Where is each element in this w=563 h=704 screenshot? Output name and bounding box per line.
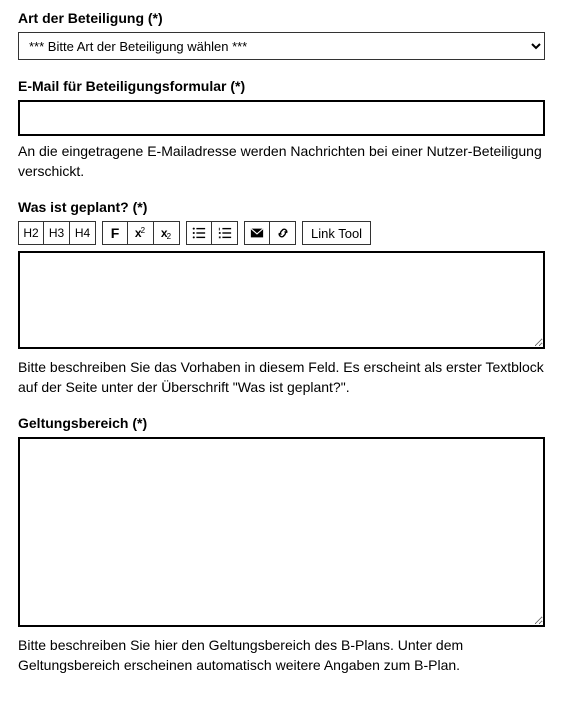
email-field: E-Mail für Beteiligungsformular (*) An d… (18, 78, 545, 181)
list-group (186, 221, 238, 245)
format-group: F x2 x2 (102, 221, 180, 245)
subscript-button[interactable]: x2 (154, 221, 180, 245)
planned-textarea[interactable] (18, 251, 545, 349)
envelope-icon (250, 226, 264, 240)
rich-text-toolbar: H2 H3 H4 F x2 x2 Link Tool (18, 221, 545, 245)
superscript-button[interactable]: x2 (128, 221, 154, 245)
scope-label: Geltungsbereich (*) (18, 415, 545, 431)
scope-help-text: Bitte beschreiben Sie hier den Geltungsb… (18, 636, 545, 675)
email-input[interactable] (18, 100, 545, 136)
insert-group (244, 221, 296, 245)
email-label: E-Mail für Beteiligungsformular (*) (18, 78, 545, 94)
participation-type-label: Art der Beteiligung (*) (18, 10, 545, 26)
participation-type-select[interactable]: *** Bitte Art der Beteiligung wählen *** (18, 32, 545, 60)
unordered-list-button[interactable] (186, 221, 212, 245)
ordered-list-button[interactable] (212, 221, 238, 245)
planned-field: Was ist geplant? (*) H2 H3 H4 F x2 x2 (18, 199, 545, 397)
h3-button[interactable]: H3 (44, 221, 70, 245)
linktool-group: Link Tool (302, 221, 371, 245)
email-help-text: An die eingetragene E-Mailadresse werden… (18, 142, 545, 181)
heading-group: H2 H3 H4 (18, 221, 96, 245)
link-tool-button[interactable]: Link Tool (302, 221, 371, 245)
email-button[interactable] (244, 221, 270, 245)
planned-help-text: Bitte beschreiben Sie das Vorhaben in di… (18, 358, 545, 397)
link-button[interactable] (270, 221, 296, 245)
scope-textarea[interactable] (18, 437, 545, 627)
unordered-list-icon (192, 226, 206, 240)
link-icon (276, 226, 290, 240)
planned-label: Was ist geplant? (*) (18, 199, 545, 215)
ordered-list-icon (218, 226, 232, 240)
h2-button[interactable]: H2 (18, 221, 44, 245)
scope-field: Geltungsbereich (*) Bitte beschreiben Si… (18, 415, 545, 675)
bold-button[interactable]: F (102, 221, 128, 245)
h4-button[interactable]: H4 (70, 221, 96, 245)
participation-type-field: Art der Beteiligung (*) *** Bitte Art de… (18, 10, 545, 60)
